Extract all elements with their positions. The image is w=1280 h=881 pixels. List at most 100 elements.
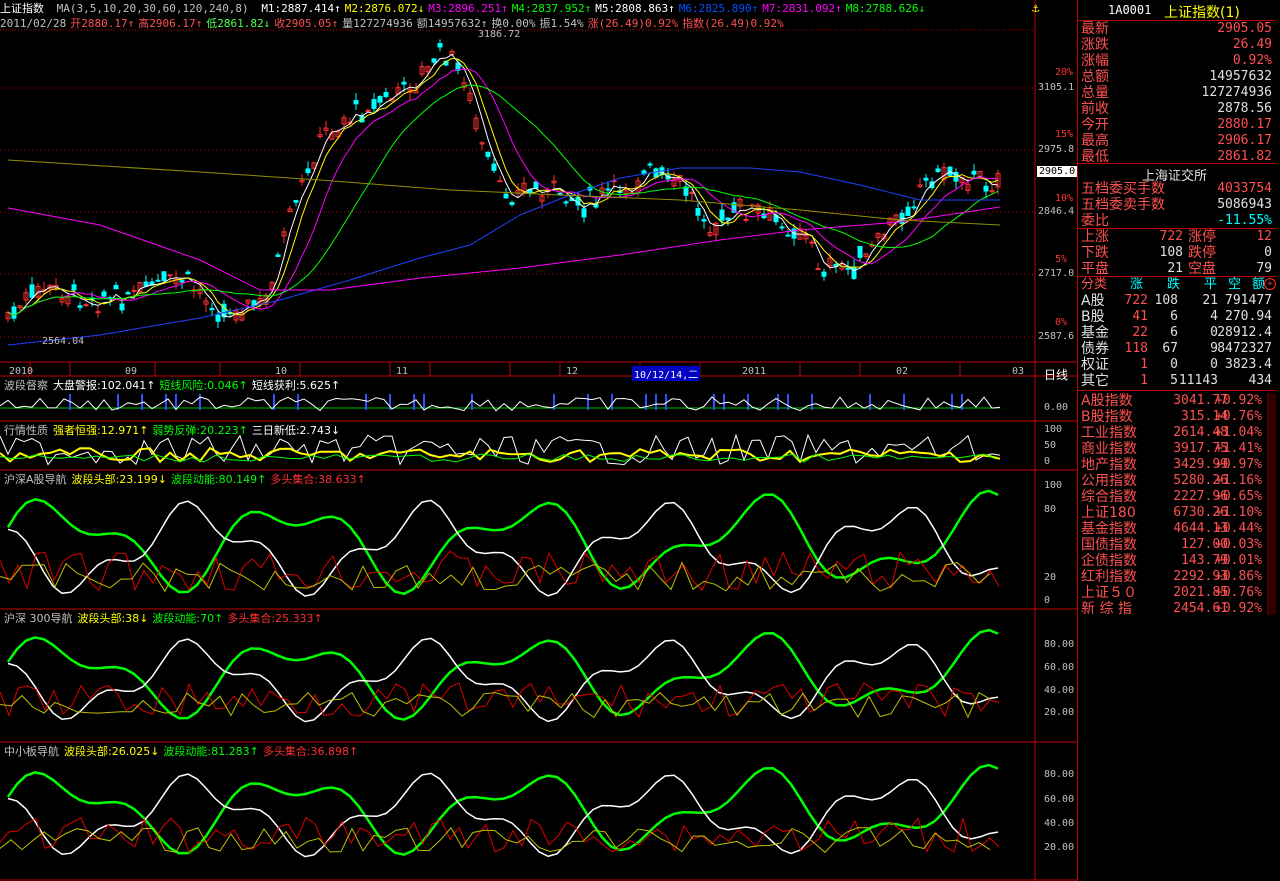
- panel-scrollbar[interactable]: [1267, 393, 1276, 615]
- breadth-row: 平盘 21 空盘 79: [1078, 261, 1276, 277]
- index-name: 红利指数: [1081, 569, 1137, 585]
- candle: [491, 163, 497, 171]
- indicator-line: [0, 453, 997, 463]
- indicator-title: 波段督察 大盘警报:102.041↑ 短线风险:0.046↑ 短线获利:5.625↑: [4, 377, 344, 393]
- candle: [293, 199, 299, 203]
- candle: [71, 284, 77, 291]
- ma-header: 上证指数 MA(3,5,10,20,30,60,120,240,8) M1:28…: [0, 2, 935, 16]
- index-row[interactable]: 新 综 指 2454.61 +0.92%: [1078, 601, 1276, 617]
- quote-row: 总量 127274936: [1078, 85, 1276, 101]
- index-name: 上证５０: [1081, 585, 1137, 601]
- quote-field: 振1.54%: [539, 17, 584, 30]
- category-amount: 791477: [1225, 293, 1272, 308]
- quote-field: 2011/02/28: [0, 17, 67, 30]
- nav-energy-line: [6, 628, 999, 721]
- candle: [95, 311, 101, 314]
- category-down: 67: [1162, 341, 1178, 356]
- category-row[interactable]: 其它 1 5 11143 434: [1078, 373, 1276, 389]
- indicator-axis-tick: 40.00: [1044, 685, 1075, 696]
- candle: [119, 303, 125, 311]
- quote-label: 今开: [1081, 117, 1109, 133]
- date-tick: 2010: [9, 366, 34, 377]
- category-flat: 9: [1210, 341, 1218, 356]
- ma-line: [7, 53, 999, 318]
- order-row: 委比 -11.55%: [1078, 213, 1276, 229]
- breadth-row: 下跌 108 跌停 0: [1078, 245, 1276, 261]
- candle: [353, 100, 359, 105]
- quote-field: 指数(26.49)0.92%: [682, 17, 784, 30]
- add-icon[interactable]: +: [1264, 278, 1276, 290]
- candle: [83, 304, 89, 307]
- indicator-value: 波段头部:23.199↓: [71, 473, 167, 486]
- index-name: 新 综 指: [1081, 601, 1132, 617]
- category-row[interactable]: 基金 22 6 0 28912.4: [1078, 325, 1276, 341]
- quote-field: 收2905.05↑: [274, 17, 339, 30]
- quote-label: 总额: [1081, 69, 1109, 85]
- ma-line: [7, 159, 1001, 226]
- quote-value: 2880.17: [1217, 117, 1272, 132]
- indicator-axis-tick: 80.00: [1044, 639, 1075, 650]
- indicator-axis-tick: 100: [1044, 480, 1063, 491]
- index-row[interactable]: 综合指数 2227.96 +0.65%: [1078, 489, 1276, 505]
- candle: [437, 43, 443, 48]
- category-row[interactable]: B股 41 6 4 270.94: [1078, 309, 1276, 325]
- category-flat: 21: [1202, 293, 1218, 308]
- ma-line: [7, 57, 999, 316]
- indicator-value: 多头集合:36.898↑: [262, 745, 359, 758]
- ma-values: M1:2887.414↑ M2:2876.072↓ M3:2896.251↑ M4:2…: [261, 2, 929, 15]
- index-row[interactable]: B股指数 315.14 +0.76%: [1078, 409, 1276, 425]
- index-row[interactable]: A股指数 3041.77 +0.92%: [1078, 393, 1276, 409]
- indicator-name: 沪深 300导航: [4, 612, 73, 625]
- index-row[interactable]: 地产指数 3429.99 +0.97%: [1078, 457, 1276, 473]
- breadth-label: 平盘: [1081, 261, 1109, 277]
- index-row[interactable]: 工业指数 2614.48 +1.04%: [1078, 425, 1276, 441]
- date-tick: 2011: [742, 366, 767, 377]
- candle: [215, 314, 221, 322]
- price-tick: 2975.8: [1038, 144, 1075, 155]
- index-row[interactable]: 公用指数 5280.26 +1.16%: [1078, 473, 1276, 489]
- ma-value: M5:2808.863↑: [595, 2, 675, 15]
- date-tick: 12: [566, 366, 579, 377]
- category-row[interactable]: 债券 118 67 9 8472327: [1078, 341, 1276, 357]
- category-up: 41: [1132, 309, 1148, 324]
- category-up: 722: [1124, 293, 1148, 308]
- indicator-axis-tick: 50: [1044, 440, 1057, 451]
- indicator-value: 波段动能:81.283↑: [163, 745, 259, 758]
- breadth-value: 0: [1264, 245, 1272, 260]
- category-row[interactable]: A股 722 108 21 791477: [1078, 293, 1276, 309]
- indicator-name: 波段督察: [4, 379, 48, 392]
- pct-tick: 20%: [1055, 67, 1074, 78]
- index-row[interactable]: 基金指数 4644.13 +0.44%: [1078, 521, 1276, 537]
- ma-value: M6:2825.890↑: [678, 2, 759, 15]
- date-tick: 11: [396, 366, 409, 377]
- indicator-name: 行情性质: [4, 424, 48, 437]
- indicator-axis-tick: 20.00: [1044, 842, 1075, 853]
- pct-tick: 10%: [1055, 193, 1074, 204]
- index-change: +0.76%: [1215, 409, 1262, 424]
- category-flat: 11143: [1178, 373, 1218, 388]
- category-row[interactable]: 权证 1 0 0 3823.4: [1078, 357, 1276, 373]
- category-flat: 4: [1210, 309, 1218, 324]
- quote-value: 2906.17: [1217, 133, 1272, 148]
- index-row[interactable]: 上证５０ 2021.85 +0.76%: [1078, 585, 1276, 601]
- category-up: 1: [1140, 373, 1148, 388]
- index-row[interactable]: 上证180 6730.26 +1.10%: [1078, 505, 1276, 521]
- price-tick: 3105.1: [1038, 82, 1075, 93]
- index-name: 综合指数: [1081, 489, 1137, 505]
- candle: [857, 245, 863, 258]
- candle: [77, 305, 83, 308]
- index-change: +0.76%: [1215, 585, 1262, 600]
- candle: [11, 306, 17, 319]
- candle: [719, 209, 725, 221]
- breadth-label: 空盘: [1188, 261, 1216, 277]
- index-row[interactable]: 国债指数 127.00 +0.03%: [1078, 537, 1276, 553]
- quote-label: 涨幅: [1081, 53, 1109, 69]
- quote-value: 2878.56: [1217, 101, 1272, 116]
- index-row[interactable]: 红利指数 2292.93 +0.86%: [1078, 569, 1276, 585]
- index-row[interactable]: 商业指数 3917.75 +1.41%: [1078, 441, 1276, 457]
- index-row[interactable]: 企债指数 143.79 +0.01%: [1078, 553, 1276, 569]
- breadth-value: 21: [1167, 261, 1183, 276]
- period-label[interactable]: 日线: [1044, 366, 1068, 383]
- lock-icon[interactable]: ⚓: [1032, 1, 1039, 15]
- index-name: 商业指数: [1081, 441, 1137, 457]
